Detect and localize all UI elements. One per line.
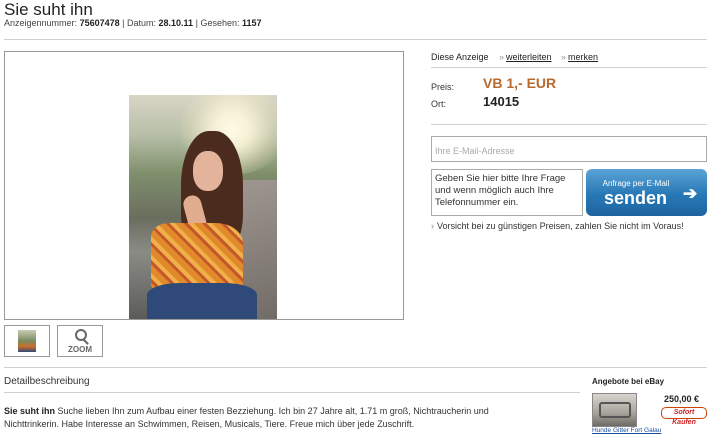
views-label: Gesehen: <box>200 18 240 28</box>
divider <box>431 67 707 68</box>
price-label: Preis: <box>431 82 455 92</box>
description-text: Sie suht ihn Suche lieben Ihn zum Aufbau… <box>4 405 544 431</box>
date-label: Datum: <box>126 18 156 28</box>
views-value: 1157 <box>241 18 262 28</box>
description-body: Suche lieben Ihn zum Aufbau einer festen… <box>4 406 489 429</box>
page-title: Sie suht ihn <box>4 0 93 19</box>
arrow-right-icon: ➔ <box>683 184 698 203</box>
zoom-label: ZOOM <box>68 345 92 354</box>
location-value: 14015 <box>483 94 520 109</box>
magnifier-icon <box>75 329 87 341</box>
warning-text: Vorsicht bei zu günstigen Preisen, zahle… <box>431 221 684 231</box>
ebay-item-image[interactable] <box>592 393 637 427</box>
divider <box>4 392 580 393</box>
separator: | <box>122 18 125 28</box>
divider <box>4 367 707 368</box>
divider <box>431 124 707 125</box>
email-field[interactable] <box>431 136 707 162</box>
ad-number: 75607478 <box>79 18 120 28</box>
separator: | <box>195 18 198 28</box>
send-button-caption: Anfrage per E-Mail <box>602 179 670 188</box>
send-button-label: senden <box>604 188 668 208</box>
message-field[interactable] <box>431 169 583 216</box>
listing-meta: Anzeigennummer: 75607478 | Datum: 28.10.… <box>4 18 262 28</box>
divider <box>4 39 707 40</box>
photo-thumbnail[interactable] <box>4 325 50 357</box>
date-value: 28.10.11 <box>158 18 194 28</box>
ebay-heading: Angebote bei eBay <box>592 377 665 386</box>
thumbnail-image <box>18 330 36 352</box>
ad-actions-label: Diese Anzeige <box>431 52 489 62</box>
photo-image <box>129 95 277 319</box>
location-label: Ort: <box>431 99 446 109</box>
description-lead: Sie suht ihn <box>4 406 56 416</box>
ebay-item-price: 250,00 € <box>664 394 700 404</box>
price-value: VB 1,- EUR <box>483 75 557 91</box>
forward-link[interactable]: weiterleiten <box>499 52 552 62</box>
zoom-button[interactable]: ZOOM <box>57 325 103 357</box>
ad-number-label: Anzeigennummer: <box>4 18 78 28</box>
buy-now-badge[interactable]: Sofort Kaufen <box>661 407 707 426</box>
ebay-item-link[interactable]: Hunde Gitter Fort Galau <box>592 427 661 434</box>
send-inquiry-button[interactable]: Anfrage per E-Mail senden ➔ <box>586 169 707 216</box>
remember-link[interactable]: merken <box>561 52 598 62</box>
description-heading: Detailbeschreibung <box>4 376 90 387</box>
main-photo[interactable] <box>4 51 404 320</box>
